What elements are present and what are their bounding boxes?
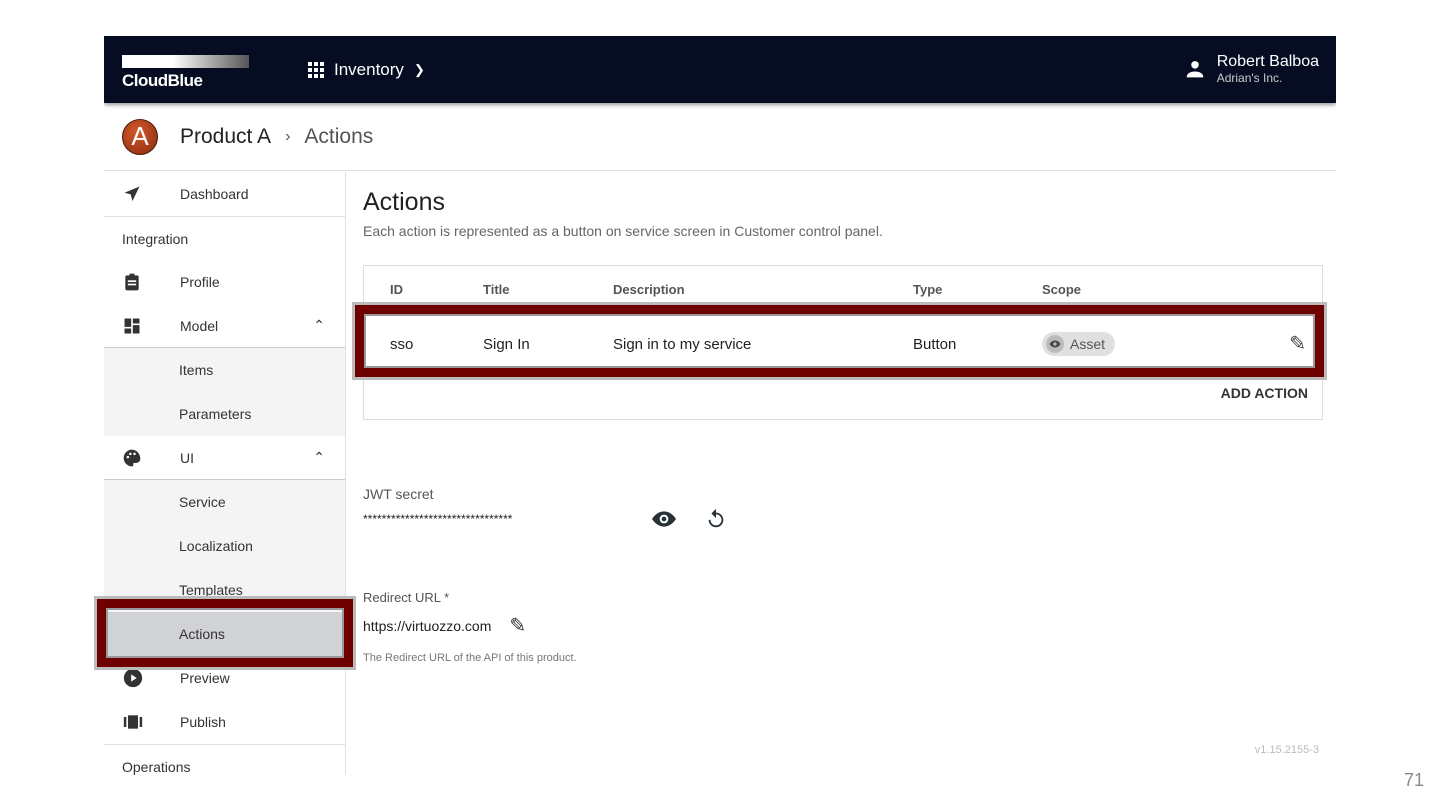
add-action-button[interactable]: ADD ACTION xyxy=(1221,385,1308,401)
sidebar-item-label: Integration xyxy=(122,230,189,247)
sidebar-item-label: Dashboard xyxy=(180,186,249,202)
apps-grid-icon xyxy=(308,62,324,78)
sidebar-item-publish[interactable]: Publish xyxy=(104,700,345,744)
user-org: Adrian's Inc. xyxy=(1216,71,1283,85)
redirect-hint: The Redirect URL of the API of this prod… xyxy=(363,652,577,664)
highlight-sidebar-actions xyxy=(94,596,356,670)
col-title: Title xyxy=(483,282,510,297)
page-number: 71 xyxy=(1403,770,1424,790)
sidebar-item-label: Localization xyxy=(179,538,253,554)
redirect-value: https://virtuozzo.com xyxy=(363,617,492,634)
sidebar-item-operations: Operations xyxy=(104,744,345,775)
person-icon xyxy=(1186,61,1204,78)
chevron-up-icon[interactable]: ⌃ xyxy=(313,317,325,334)
chevron-down-icon: ❯ xyxy=(413,62,425,77)
sidebar-item-model[interactable]: Model ⌃ xyxy=(104,304,345,348)
show-secret-eye-icon[interactable] xyxy=(651,506,677,532)
col-type: Type xyxy=(913,282,943,297)
sidebar-item-dashboard[interactable]: Dashboard xyxy=(104,172,345,216)
sidebar-item-label: Operations xyxy=(122,758,191,775)
highlight-table-row xyxy=(352,302,1327,380)
top-bar: CloudBlue Inventory ❯ Robert Balboa Adria… xyxy=(104,36,1336,103)
user-name: Robert Balboa xyxy=(1216,53,1319,70)
col-description: Description xyxy=(613,282,685,297)
app-switcher[interactable]: Inventory ❯ xyxy=(308,60,425,80)
jwt-secret-field: JWT secret *****************************… xyxy=(363,486,1323,532)
jwt-label: JWT secret xyxy=(363,486,434,502)
breadcrumb-current: Actions xyxy=(304,124,374,148)
sidebar-item-items[interactable]: Items xyxy=(104,348,345,392)
user-menu[interactable]: Robert Balboa Adrian's Inc. xyxy=(1185,53,1319,85)
col-id: ID xyxy=(390,282,403,297)
sidebar-item-localization[interactable]: Localization xyxy=(104,524,345,568)
page-description: Each action is represented as a button o… xyxy=(363,223,883,239)
app-name: Inventory xyxy=(334,60,404,79)
clipboard-icon xyxy=(104,272,180,292)
sidebar-item-label: UI xyxy=(180,449,194,466)
sidebar-item-label: Service xyxy=(179,494,226,510)
version-label: v1.15.2155-3 xyxy=(1254,744,1319,756)
sidebar-item-label: Preview xyxy=(180,670,230,686)
breadcrumb-separator: › xyxy=(285,127,291,145)
redirect-url-field: Redirect URL * https://virtuozzo.com ✎ T… xyxy=(363,590,1323,664)
breadcrumb: A Product A › Actions xyxy=(104,103,1336,171)
sidebar-item-label: Publish xyxy=(180,714,226,730)
col-scope: Scope xyxy=(1042,282,1082,297)
page-title: Actions xyxy=(363,188,445,216)
sidebar-item-integration: Integration xyxy=(104,216,345,260)
jwt-value: ******************************** xyxy=(363,512,513,526)
play-circle-icon xyxy=(104,667,180,689)
dashboard-icon xyxy=(104,316,180,336)
palette-icon xyxy=(104,448,180,468)
chevron-up-icon[interactable]: ⌃ xyxy=(313,449,325,466)
product-avatar: A xyxy=(122,118,158,155)
sidebar-item-label: Parameters xyxy=(179,406,252,422)
sidebar-item-parameters[interactable]: Parameters xyxy=(104,392,345,436)
navigation-icon xyxy=(104,184,180,204)
view-carousel-icon xyxy=(104,712,180,732)
redirect-label: Redirect URL * xyxy=(363,590,450,605)
regenerate-icon[interactable] xyxy=(705,508,727,530)
edit-redirect-icon[interactable]: ✎ xyxy=(509,613,526,638)
sidebar-item-profile[interactable]: Profile xyxy=(104,260,345,304)
sidebar-item-label: Templates xyxy=(179,582,243,598)
sidebar-item-service[interactable]: Service xyxy=(104,480,345,524)
cloudblue-logo[interactable]: CloudBlue xyxy=(122,55,249,91)
table-header: ID Title Description Type Scope xyxy=(390,282,1322,297)
breadcrumb-product[interactable]: Product A xyxy=(180,125,271,149)
sidebar: Dashboard Integration Profile Model ⌃ Items Pa… xyxy=(104,172,346,775)
main-content: Actions Each action is represented as a … xyxy=(363,172,1323,664)
sidebar-item-label: Items xyxy=(179,362,214,378)
sidebar-item-label: Model xyxy=(180,317,219,334)
sidebar-item-ui[interactable]: UI ⌃ xyxy=(104,436,345,480)
sidebar-item-label: Profile xyxy=(180,274,220,290)
